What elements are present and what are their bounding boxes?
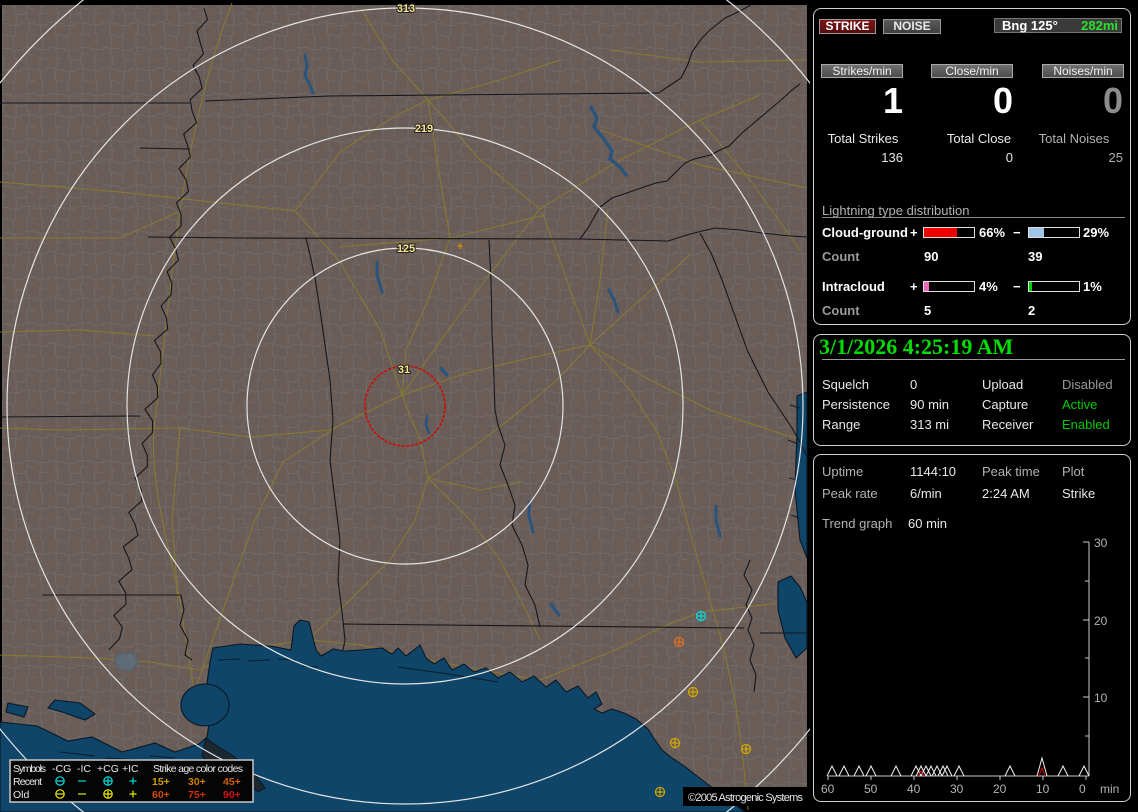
svg-text:Old: Old <box>13 789 30 801</box>
svg-text:+IC: +IC <box>122 763 139 775</box>
svg-text:219: 219 <box>415 123 433 135</box>
svg-text:30: 30 <box>1094 536 1108 550</box>
svg-text:125: 125 <box>397 243 415 255</box>
svg-text:313: 313 <box>397 3 415 15</box>
svg-text:+CG: +CG <box>97 763 119 775</box>
svg-text:50: 50 <box>864 782 878 796</box>
svg-text:45+: 45+ <box>223 776 241 788</box>
svg-text:0: 0 <box>1079 782 1086 796</box>
svg-text:60+: 60+ <box>152 789 170 801</box>
svg-text:20: 20 <box>1094 614 1108 628</box>
svg-text:30+: 30+ <box>188 776 206 788</box>
svg-text:©2005 Astrogenic Systems: ©2005 Astrogenic Systems <box>688 792 804 804</box>
svg-text:31: 31 <box>398 364 410 376</box>
svg-text:Recent: Recent <box>13 776 42 788</box>
svg-text:75+: 75+ <box>188 789 206 801</box>
svg-text:60: 60 <box>821 782 835 796</box>
svg-text:90+: 90+ <box>223 789 241 801</box>
svg-text:min: min <box>1100 782 1119 796</box>
svg-text:10: 10 <box>1094 691 1108 705</box>
svg-text:Strike age color codes: Strike age color codes <box>153 763 243 775</box>
svg-text:Symbols: Symbols <box>13 763 46 775</box>
svg-text:10: 10 <box>1036 782 1050 796</box>
svg-text:-IC: -IC <box>77 763 91 775</box>
svg-text:+: + <box>457 241 463 253</box>
svg-text:-CG: -CG <box>52 763 71 775</box>
svg-text:30: 30 <box>950 782 964 796</box>
svg-text:15+: 15+ <box>152 776 170 788</box>
svg-text:20: 20 <box>993 782 1007 796</box>
svg-text:40: 40 <box>907 782 921 796</box>
